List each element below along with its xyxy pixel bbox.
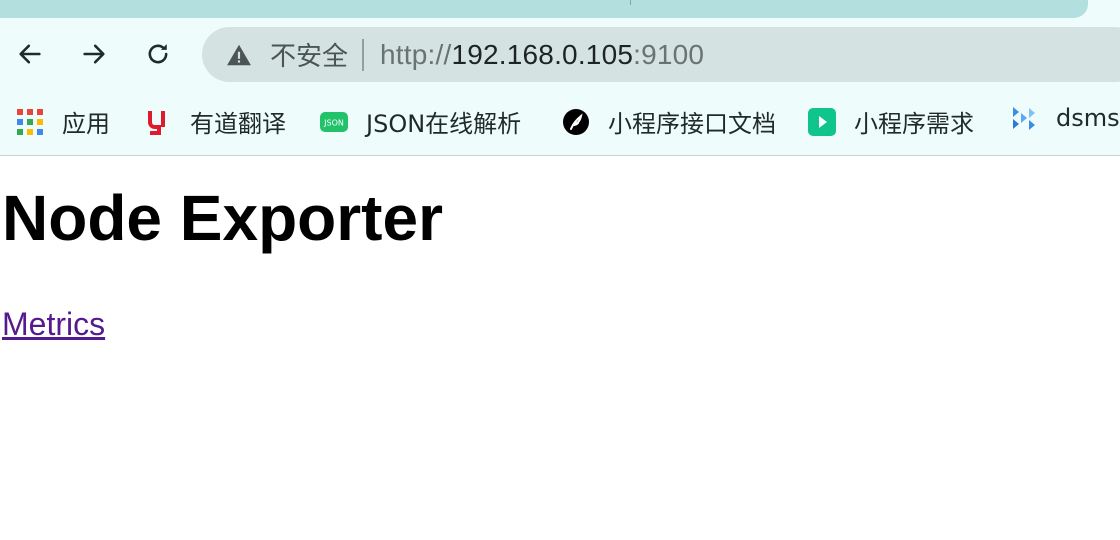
address-bar[interactable]: 不安全 http://192.168.0.105:9100	[202, 27, 1120, 82]
url-host: 192.168.0.105	[451, 38, 634, 70]
bookmark-label: 小程序接口文档	[608, 110, 776, 138]
svg-text:JSON: JSON	[323, 118, 344, 127]
bookmark-label: 有道翻译	[190, 110, 286, 138]
url-port: :9100	[633, 38, 705, 70]
tab-strip[interactable]	[0, 0, 1088, 18]
tab-divider	[630, 0, 631, 5]
bookmark-label: JSON在线解析	[366, 110, 522, 138]
forward-button[interactable]	[74, 34, 114, 74]
back-button[interactable]	[10, 34, 50, 74]
bookmark-miniprogram-docs[interactable]: 小程序接口文档	[562, 104, 776, 139]
youdao-icon	[144, 108, 172, 136]
bookmark-youdao[interactable]: 有道翻译	[144, 104, 286, 139]
metrics-link[interactable]: Metrics	[2, 306, 105, 343]
reload-button[interactable]	[138, 34, 178, 74]
url-scheme: http://	[380, 38, 452, 70]
bookmark-dsms[interactable]: dsms	[1010, 104, 1120, 132]
warning-icon[interactable]	[226, 42, 252, 68]
dsms-logo-icon	[1010, 104, 1038, 132]
bookmark-label: 应用	[62, 110, 110, 138]
play-icon	[808, 107, 836, 136]
feather-icon	[562, 108, 590, 136]
bookmark-miniprogram-requirements[interactable]: 小程序需求	[808, 104, 974, 139]
bookmark-apps[interactable]: 应用	[16, 104, 110, 139]
page-title: Node Exporter	[2, 182, 443, 254]
reload-icon	[148, 44, 168, 64]
apps-grid-icon	[16, 108, 44, 136]
security-status-label[interactable]: 不安全	[270, 36, 348, 73]
bookmark-label: 小程序需求	[854, 110, 974, 138]
json-icon: JSON	[320, 108, 348, 136]
address-bar-divider	[362, 38, 365, 71]
arrow-left-icon	[19, 44, 41, 64]
arrow-right-icon	[83, 44, 105, 64]
bookmarks-bar: 应用 有道翻译 JSON JSON在线解析 小程序接口文档 小程序需求 dsms	[0, 96, 1120, 140]
browser-toolbar: 不安全 http://192.168.0.105:9100 应用 有道翻译 JS…	[0, 0, 1120, 156]
bookmark-json[interactable]: JSON JSON在线解析	[320, 104, 521, 139]
page-content: Node Exporter Metrics	[0, 182, 1120, 343]
url-text[interactable]: http://192.168.0.105:9100	[380, 39, 704, 71]
bookmark-label: dsms	[1056, 104, 1120, 132]
